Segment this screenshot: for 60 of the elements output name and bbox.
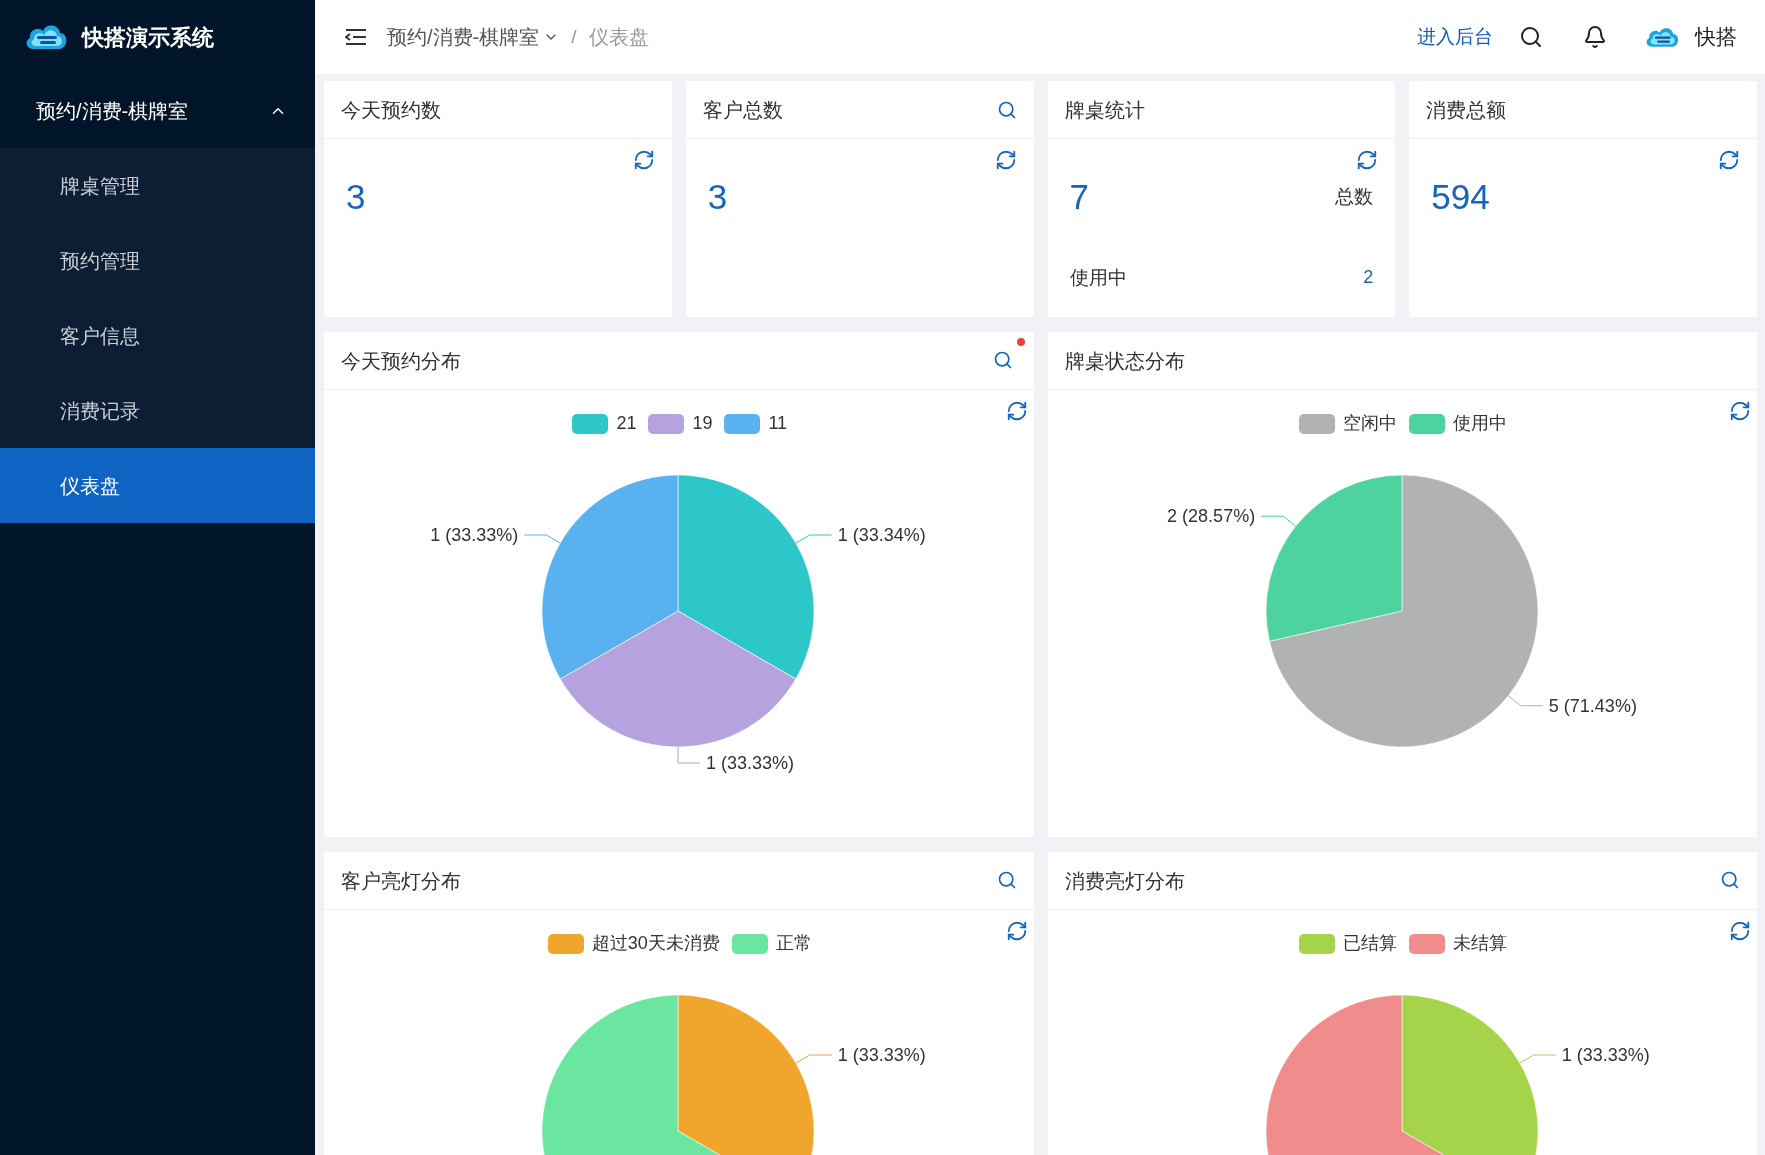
card-title: 消费亮灯分布 bbox=[1064, 868, 1185, 894]
leader-line bbox=[523, 534, 561, 544]
submenu-header[interactable]: 预约/消费-棋牌室 bbox=[0, 74, 315, 148]
refresh-icon[interactable] bbox=[1005, 920, 1028, 942]
leader-line bbox=[795, 1054, 833, 1064]
sidebar-item[interactable]: 预约管理 bbox=[0, 223, 315, 298]
slice-label: 1 (33.33%) bbox=[837, 1045, 926, 1065]
refresh-icon[interactable] bbox=[1718, 149, 1740, 171]
leader-line bbox=[1260, 515, 1296, 527]
card-title: 今天预约数 bbox=[341, 97, 441, 123]
legend-label: 11 bbox=[768, 412, 788, 435]
legend-label: 已结算 bbox=[1343, 932, 1398, 955]
refresh-icon[interactable] bbox=[632, 149, 655, 171]
slice-label: 1 (33.33%) bbox=[1561, 1045, 1650, 1065]
slice-label: 1 (33.33%) bbox=[706, 753, 795, 773]
breadcrumb-item[interactable]: 预约/消费-棋牌室 bbox=[387, 22, 560, 52]
slice-label: 1 (33.33%) bbox=[430, 525, 519, 545]
stat-value: 594 bbox=[1431, 176, 1490, 218]
legend-label: 21 bbox=[616, 412, 637, 435]
brand-title: 快搭演示系统 bbox=[82, 23, 214, 52]
legend-label: 超过30天未消费 bbox=[591, 932, 720, 955]
search-icon[interactable] bbox=[1519, 25, 1543, 49]
leader-line bbox=[1518, 1054, 1556, 1064]
leader-line bbox=[677, 746, 701, 764]
refresh-icon[interactable] bbox=[1356, 149, 1379, 171]
refresh-icon[interactable] bbox=[1005, 400, 1028, 422]
legend-label: 使用中 bbox=[1453, 412, 1508, 435]
slice-label: 5 (71.43%) bbox=[1548, 695, 1637, 716]
user-name[interactable]: 快搭 bbox=[1695, 21, 1737, 53]
leader-line bbox=[795, 534, 833, 544]
stat-value: 7 bbox=[1069, 176, 1089, 218]
admin-link[interactable]: 进入后台 bbox=[1417, 22, 1493, 52]
refresh-icon[interactable] bbox=[1729, 920, 1751, 942]
sidebar-item[interactable]: 客户信息 bbox=[0, 298, 315, 373]
bell-icon[interactable] bbox=[1583, 25, 1607, 49]
sidebar-item[interactable]: 仪表盘 bbox=[0, 448, 315, 523]
card-title: 今天预约分布 bbox=[341, 348, 461, 374]
legend-label: 正常 bbox=[775, 932, 812, 955]
menu-icon[interactable] bbox=[345, 28, 367, 46]
slice-label: 1 (33.34%) bbox=[837, 525, 926, 545]
card-title: 牌桌统计 bbox=[1064, 97, 1145, 123]
legend-label: 未结算 bbox=[1453, 932, 1508, 955]
sidebar-item[interactable]: 牌桌管理 bbox=[0, 148, 315, 223]
stat-value: 3 bbox=[707, 176, 728, 218]
refresh-icon[interactable] bbox=[1729, 400, 1751, 422]
sub-value: 2 bbox=[1363, 266, 1374, 290]
card-title: 客户亮灯分布 bbox=[341, 868, 461, 894]
stat-value: 3 bbox=[346, 176, 366, 218]
leader-line bbox=[1507, 695, 1543, 707]
stat-caption: 总数 bbox=[1335, 185, 1374, 209]
slice-label: 2 (28.57%) bbox=[1166, 506, 1255, 527]
refresh-icon[interactable] bbox=[994, 149, 1017, 171]
legend-label: 空闲中 bbox=[1343, 412, 1398, 435]
sub-label: 使用中 bbox=[1069, 265, 1127, 290]
card-title: 消费总额 bbox=[1426, 97, 1507, 123]
legend-label: 19 bbox=[692, 412, 713, 435]
breadcrumb-separator: / bbox=[571, 24, 577, 49]
card-title: 牌桌状态分布 bbox=[1064, 348, 1185, 374]
card-title: 客户总数 bbox=[702, 97, 783, 123]
sidebar-item[interactable]: 消费记录 bbox=[0, 373, 315, 448]
